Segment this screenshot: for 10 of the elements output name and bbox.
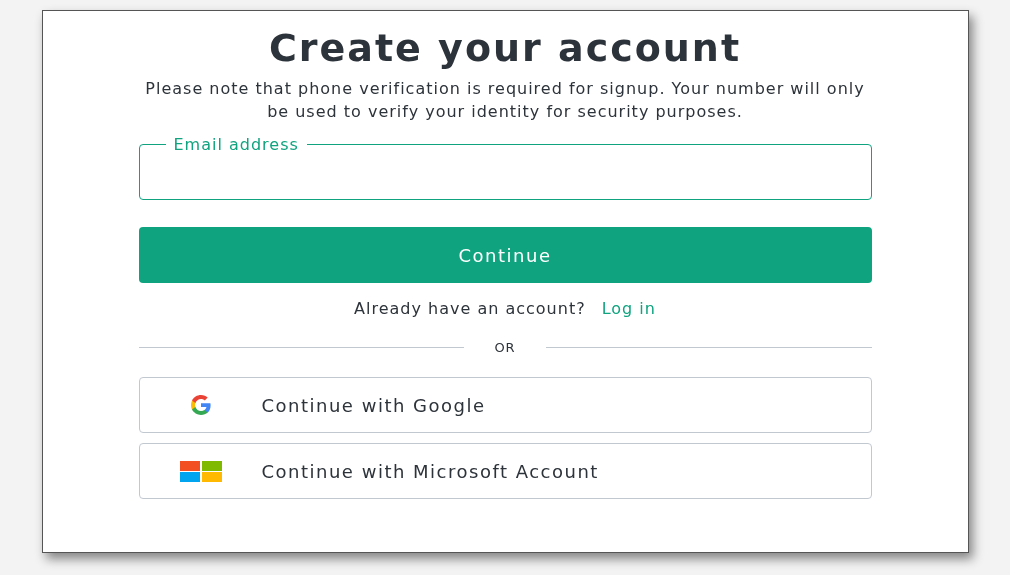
- or-divider-label: OR: [494, 340, 516, 355]
- page-title: Create your account: [268, 25, 742, 71]
- microsoft-logo-icon: [179, 460, 222, 482]
- google-signin-button[interactable]: Continue with Google: [138, 377, 872, 433]
- login-prompt: Already have an account?: [354, 299, 586, 318]
- microsoft-signin-button[interactable]: Continue with Microsoft Account: [138, 443, 872, 499]
- continue-button[interactable]: Continue: [138, 227, 872, 283]
- email-field[interactable]: Email address: [138, 135, 872, 200]
- login-link[interactable]: Log in: [601, 299, 656, 318]
- verification-notice: Please note that phone verification is required for signup. Your number will only be used to verify your identity for security purposes.: [145, 78, 865, 123]
